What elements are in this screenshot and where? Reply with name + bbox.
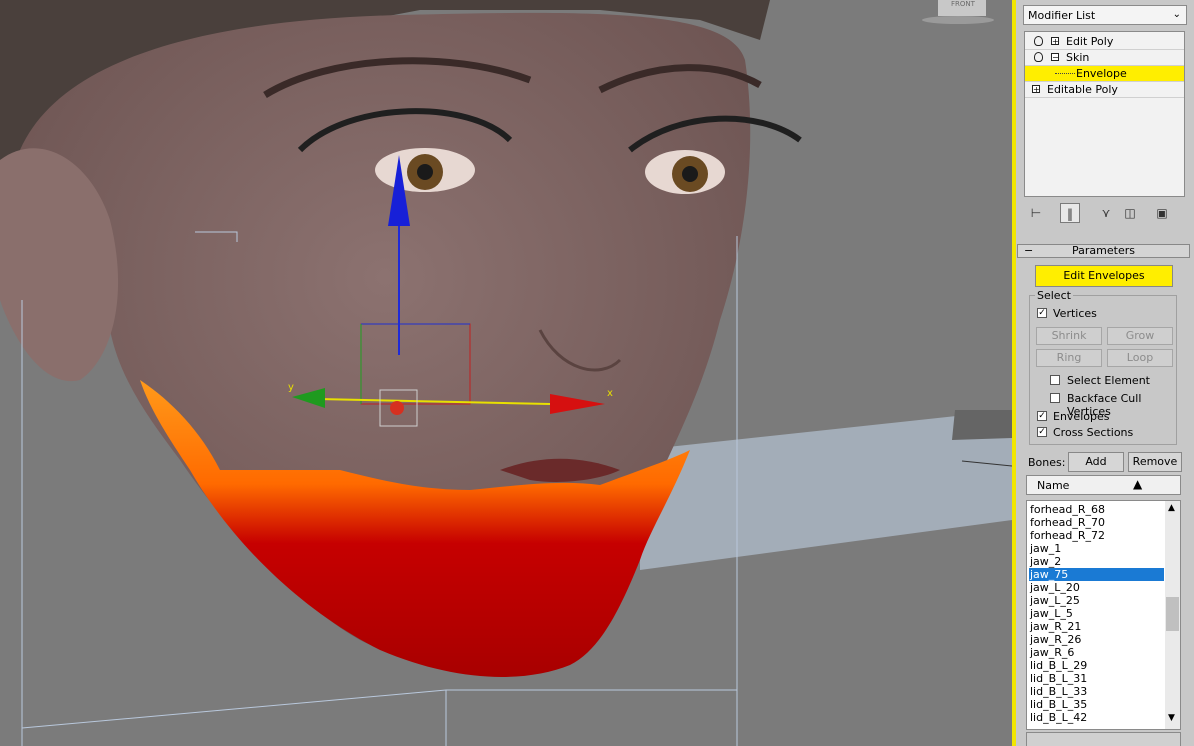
chevron-down-icon[interactable]: ⌄ bbox=[1173, 9, 1181, 20]
select-element-checkbox[interactable] bbox=[1050, 375, 1060, 385]
modifier-list-value: Modifier List bbox=[1028, 9, 1096, 22]
parameters-title: Parameters bbox=[1072, 244, 1135, 257]
tree-connector bbox=[1055, 73, 1075, 74]
bone-list-item[interactable]: jaw_L_25 bbox=[1029, 594, 1164, 607]
rollout-collapse-icon[interactable]: − bbox=[1024, 245, 1033, 257]
cross-sections-label: Cross Sections bbox=[1053, 426, 1134, 439]
bone-list-item[interactable]: lid_B_L_42 bbox=[1029, 711, 1164, 724]
collapse-minus-icon[interactable]: − bbox=[1051, 53, 1059, 62]
stack-item-label: Editable Poly bbox=[1047, 83, 1118, 96]
loop-button[interactable]: Loop bbox=[1107, 349, 1173, 367]
expand-plus-icon[interactable]: + bbox=[1032, 85, 1040, 94]
scroll-up-icon[interactable]: ▲ bbox=[1168, 503, 1175, 513]
stack-item-editable-poly[interactable]: + Editable Poly bbox=[1025, 82, 1184, 98]
bones-label: Bones: bbox=[1028, 456, 1066, 469]
modifier-list-dropdown[interactable]: Modifier List ⌄ bbox=[1023, 5, 1187, 25]
backface-cull-checkbox[interactable] bbox=[1050, 393, 1060, 403]
show-end-result-icon[interactable]: ‖ bbox=[1060, 203, 1080, 223]
bone-list-item[interactable]: jaw_R_26 bbox=[1029, 633, 1164, 646]
configure-modifier-sets-icon[interactable]: ▣ bbox=[1152, 203, 1172, 223]
envelopes-checkbox[interactable]: ✓ bbox=[1037, 411, 1047, 421]
bone-list-header[interactable]: Name ▲ bbox=[1026, 475, 1181, 495]
scroll-down-icon[interactable]: ▼ bbox=[1168, 713, 1175, 723]
envelopes-label: Envelopes bbox=[1053, 410, 1110, 423]
grow-button[interactable]: Grow bbox=[1107, 327, 1173, 345]
stack-item-label: Envelope bbox=[1076, 67, 1127, 80]
viewcube-label[interactable]: FRONT bbox=[951, 0, 975, 8]
edit-envelopes-button[interactable]: Edit Envelopes bbox=[1035, 265, 1173, 287]
bottom-field[interactable] bbox=[1026, 732, 1181, 746]
select-group-title: Select bbox=[1035, 289, 1073, 302]
vertices-label: Vertices bbox=[1053, 307, 1097, 320]
cross-sections-checkbox[interactable]: ✓ bbox=[1037, 427, 1047, 437]
bone-list-item[interactable]: forhead_R_72 bbox=[1029, 529, 1164, 542]
modifier-stack[interactable]: + Edit Poly − Skin Envelope + Editable P… bbox=[1024, 31, 1185, 197]
bone-list-item[interactable]: forhead_R_70 bbox=[1029, 516, 1164, 529]
stack-item-edit-poly[interactable]: + Edit Poly bbox=[1025, 34, 1184, 50]
stack-item-envelope[interactable]: Envelope bbox=[1025, 66, 1184, 82]
stack-toolbar: ⊢ ‖ ⋎ ◫ ▣ bbox=[1024, 203, 1190, 225]
select-group: Select ✓ Vertices Shrink Grow Ring Loop … bbox=[1029, 289, 1177, 445]
bone-list-item[interactable]: jaw_R_6 bbox=[1029, 646, 1164, 659]
stack-item-skin[interactable]: − Skin bbox=[1025, 50, 1184, 66]
bone-list-item[interactable]: jaw_1 bbox=[1029, 542, 1164, 555]
expand-plus-icon[interactable]: + bbox=[1051, 37, 1059, 46]
stack-item-label: Skin bbox=[1066, 51, 1090, 64]
bone-list-item[interactable]: jaw_L_20 bbox=[1029, 581, 1164, 594]
background-object bbox=[952, 410, 1012, 440]
add-bone-button[interactable]: Add bbox=[1068, 452, 1124, 472]
scrollbar-thumb[interactable] bbox=[1166, 597, 1179, 631]
bone-list-item-selected[interactable]: jaw_75 bbox=[1029, 568, 1164, 581]
parameters-rollout-header[interactable]: − Parameters bbox=[1017, 244, 1190, 258]
command-panel: Modifier List ⌄ + Edit Poly − Skin Envel… bbox=[1016, 0, 1194, 746]
bone-list-item[interactable]: jaw_2 bbox=[1029, 555, 1164, 568]
bone-list-item[interactable]: lid_B_L_35 bbox=[1029, 698, 1164, 711]
bone-list-item[interactable]: lid_B_L_29 bbox=[1029, 659, 1164, 672]
remove-modifier-icon[interactable]: ◫ bbox=[1120, 203, 1140, 223]
shrink-button[interactable]: Shrink bbox=[1036, 327, 1102, 345]
scene bbox=[0, 0, 1012, 746]
vertices-checkbox[interactable]: ✓ bbox=[1037, 308, 1047, 318]
make-unique-icon[interactable]: ⋎ bbox=[1096, 203, 1116, 223]
bone-list-item[interactable]: forhead_R_68 bbox=[1029, 503, 1164, 516]
bulb-icon[interactable] bbox=[1034, 36, 1043, 46]
gizmo-y-label: y bbox=[288, 382, 294, 393]
ring-button[interactable]: Ring bbox=[1036, 349, 1102, 367]
gizmo-x-label: x bbox=[607, 388, 613, 399]
bone-list-scrollbar[interactable]: ▲ ▼ bbox=[1165, 501, 1180, 729]
name-column-header[interactable]: Name bbox=[1037, 479, 1069, 492]
bulb-icon[interactable] bbox=[1034, 52, 1043, 62]
bone-list-item[interactable]: jaw_R_21 bbox=[1029, 620, 1164, 633]
bone-list[interactable]: forhead_R_68 forhead_R_70 forhead_R_72 j… bbox=[1026, 500, 1181, 730]
viewport[interactable]: y x FRONT bbox=[0, 0, 1012, 746]
bone-list-item[interactable]: lid_B_L_31 bbox=[1029, 672, 1164, 685]
stack-item-label: Edit Poly bbox=[1066, 35, 1114, 48]
pin-stack-icon[interactable]: ⊢ bbox=[1026, 203, 1046, 223]
select-element-label: Select Element bbox=[1067, 374, 1150, 387]
remove-bone-button[interactable]: Remove bbox=[1128, 452, 1182, 472]
bone-list-item[interactable]: lid_B_L_33 bbox=[1029, 685, 1164, 698]
bone-list-item[interactable]: jaw_L_5 bbox=[1029, 607, 1164, 620]
sort-ascending-icon[interactable]: ▲ bbox=[1133, 477, 1142, 491]
